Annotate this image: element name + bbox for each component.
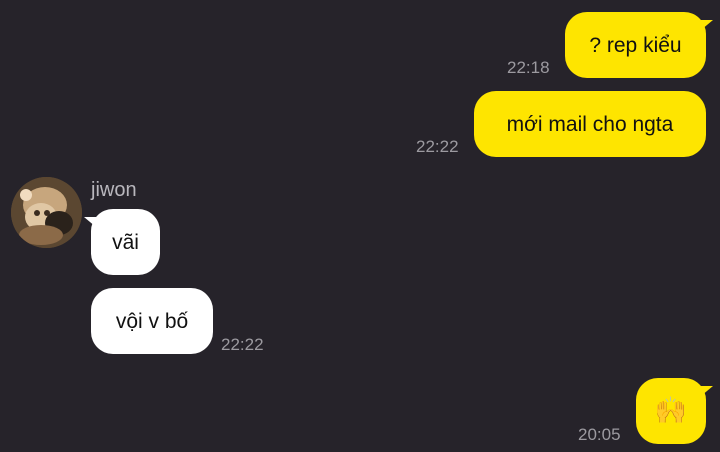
avatar-photo-icon	[11, 177, 82, 248]
outgoing-message-bubble[interactable]: mới mail cho ngta	[474, 91, 706, 157]
message-timestamp: 22:22	[416, 137, 459, 156]
outgoing-message-bubble[interactable]: 🙌	[636, 378, 713, 444]
outgoing-message-bubble[interactable]: ? rep kiểu	[565, 12, 713, 78]
message-timestamp: 20:05	[578, 425, 621, 444]
message-text: mới mail cho ngta	[506, 112, 674, 136]
message-timestamp: 22:22	[221, 335, 264, 354]
message-text: vãi	[112, 230, 139, 254]
raising-hands-emoji: 🙌	[654, 396, 688, 426]
message-timestamp: 22:18	[507, 58, 550, 77]
sender-name: jiwon	[91, 179, 137, 201]
message-text: ? rep kiểu	[589, 33, 682, 57]
sender-avatar[interactable]	[11, 177, 82, 248]
incoming-message-bubble[interactable]: vãi	[84, 209, 160, 275]
incoming-message-bubble[interactable]: vội v bố	[91, 288, 213, 354]
message-text: vội v bố	[115, 309, 189, 333]
